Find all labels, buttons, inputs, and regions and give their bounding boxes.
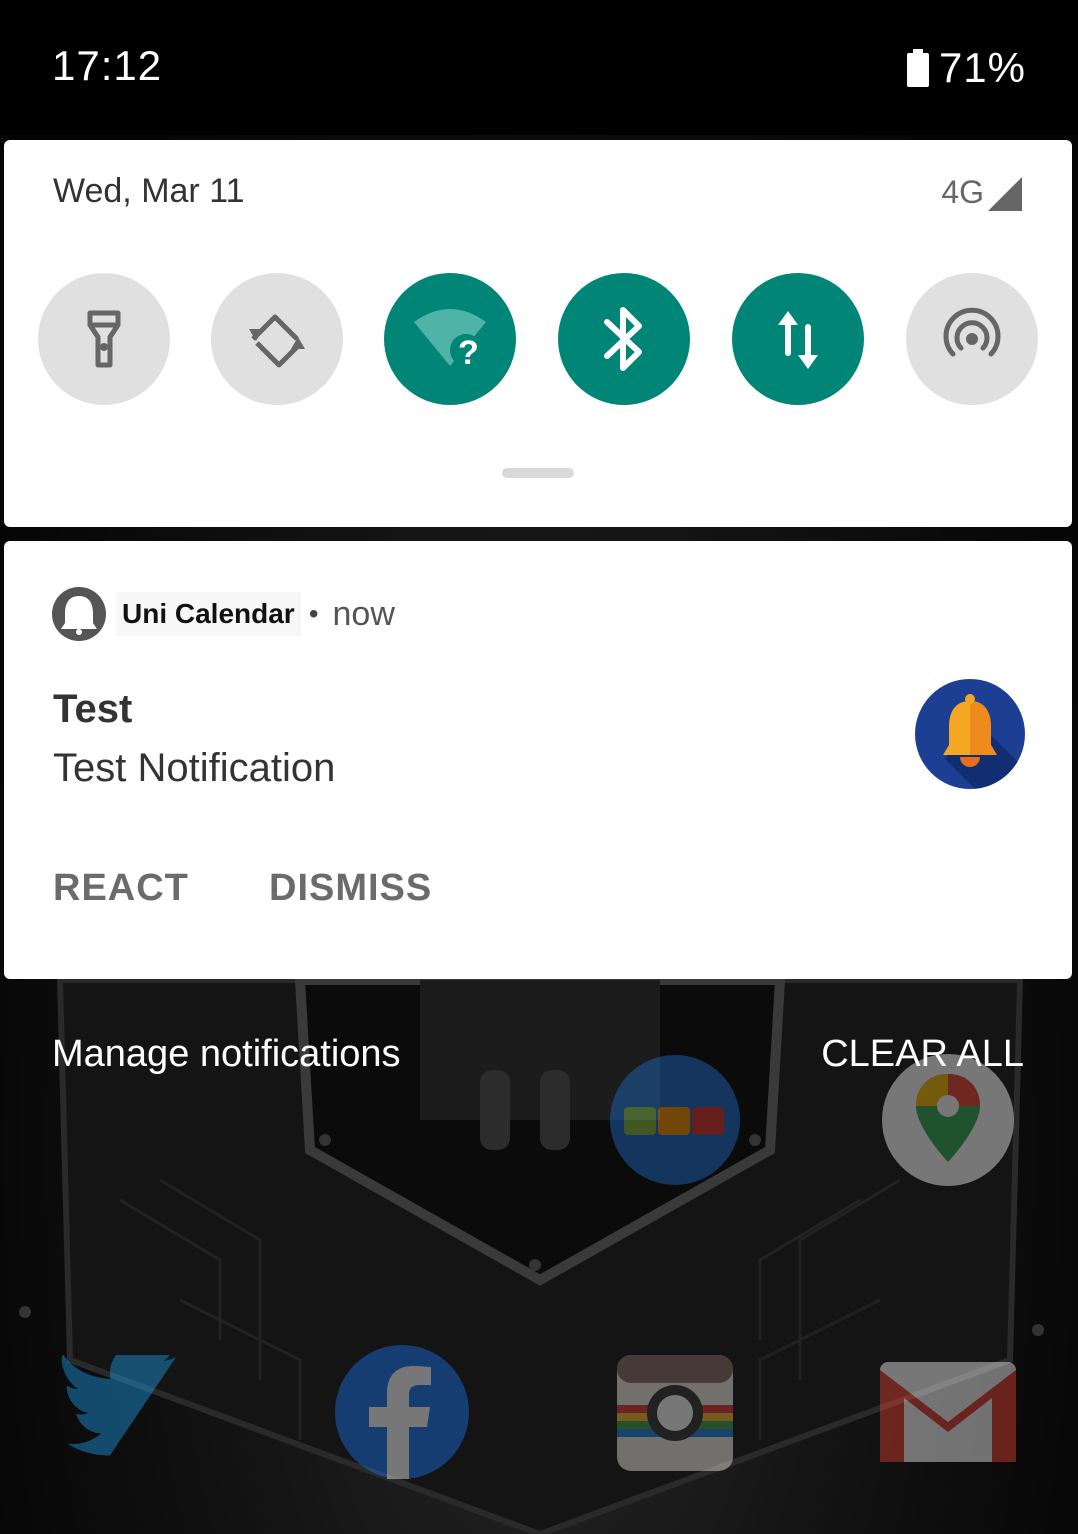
- auto-rotate-tile[interactable]: [211, 273, 343, 405]
- hotspot-tile[interactable]: [906, 273, 1038, 405]
- bluetooth-tile[interactable]: [558, 273, 690, 405]
- battery-indicator: 71%: [906, 44, 1026, 92]
- wifi-icon: ?: [414, 309, 486, 372]
- manage-notifications-button[interactable]: Manage notifications: [52, 1033, 401, 1076]
- mobile-data-tile[interactable]: [732, 273, 864, 405]
- header-separator: •: [308, 598, 319, 629]
- auto-rotate-icon: [249, 314, 305, 368]
- notification-app-name: Uni Calendar: [116, 592, 301, 636]
- react-button[interactable]: REACT: [53, 867, 189, 910]
- flashlight-tile[interactable]: [38, 273, 170, 405]
- maps-icon: [882, 1054, 1014, 1191]
- twitter-icon: [61, 1345, 192, 1470]
- notification-card[interactable]: Uni Calendar • now Test Test Notificatio…: [4, 541, 1072, 979]
- hotspot-icon: [943, 307, 1001, 357]
- notification-title: Test: [53, 687, 133, 731]
- wifi-tile[interactable]: ?: [384, 273, 516, 405]
- gmail-icon: [880, 1362, 1016, 1467]
- network-type: 4G: [941, 174, 984, 210]
- qs-expand-handle[interactable]: [502, 468, 574, 478]
- dismiss-button[interactable]: DISMISS: [269, 867, 432, 910]
- bell-icon: [915, 679, 1025, 789]
- battery-icon: [906, 49, 929, 87]
- mobile-data-icon: [778, 311, 818, 369]
- cell-signal-icon: [988, 177, 1022, 211]
- camera-icon: [617, 1355, 733, 1476]
- bluetooth-icon: [604, 307, 642, 371]
- app-bell-icon: [52, 587, 106, 641]
- notification-text: Test Notification: [53, 746, 336, 790]
- svg-text:?: ?: [458, 334, 479, 372]
- abc-puzzle-icon: [610, 1055, 740, 1190]
- notification-time: now: [332, 594, 395, 633]
- status-clock: 17:12: [52, 42, 163, 89]
- status-bar: 17:12 71%: [0, 0, 1078, 135]
- qs-date[interactable]: Wed, Mar 11: [53, 172, 244, 211]
- notification-header: Uni Calendar • now: [52, 587, 395, 641]
- quick-settings-panel[interactable]: Wed, Mar 11 4G ?: [4, 140, 1072, 527]
- facebook-icon: [335, 1345, 469, 1484]
- network-indicator: 4G: [941, 174, 1022, 211]
- flashlight-icon: [87, 310, 121, 368]
- battery-percent: 71%: [938, 44, 1026, 91]
